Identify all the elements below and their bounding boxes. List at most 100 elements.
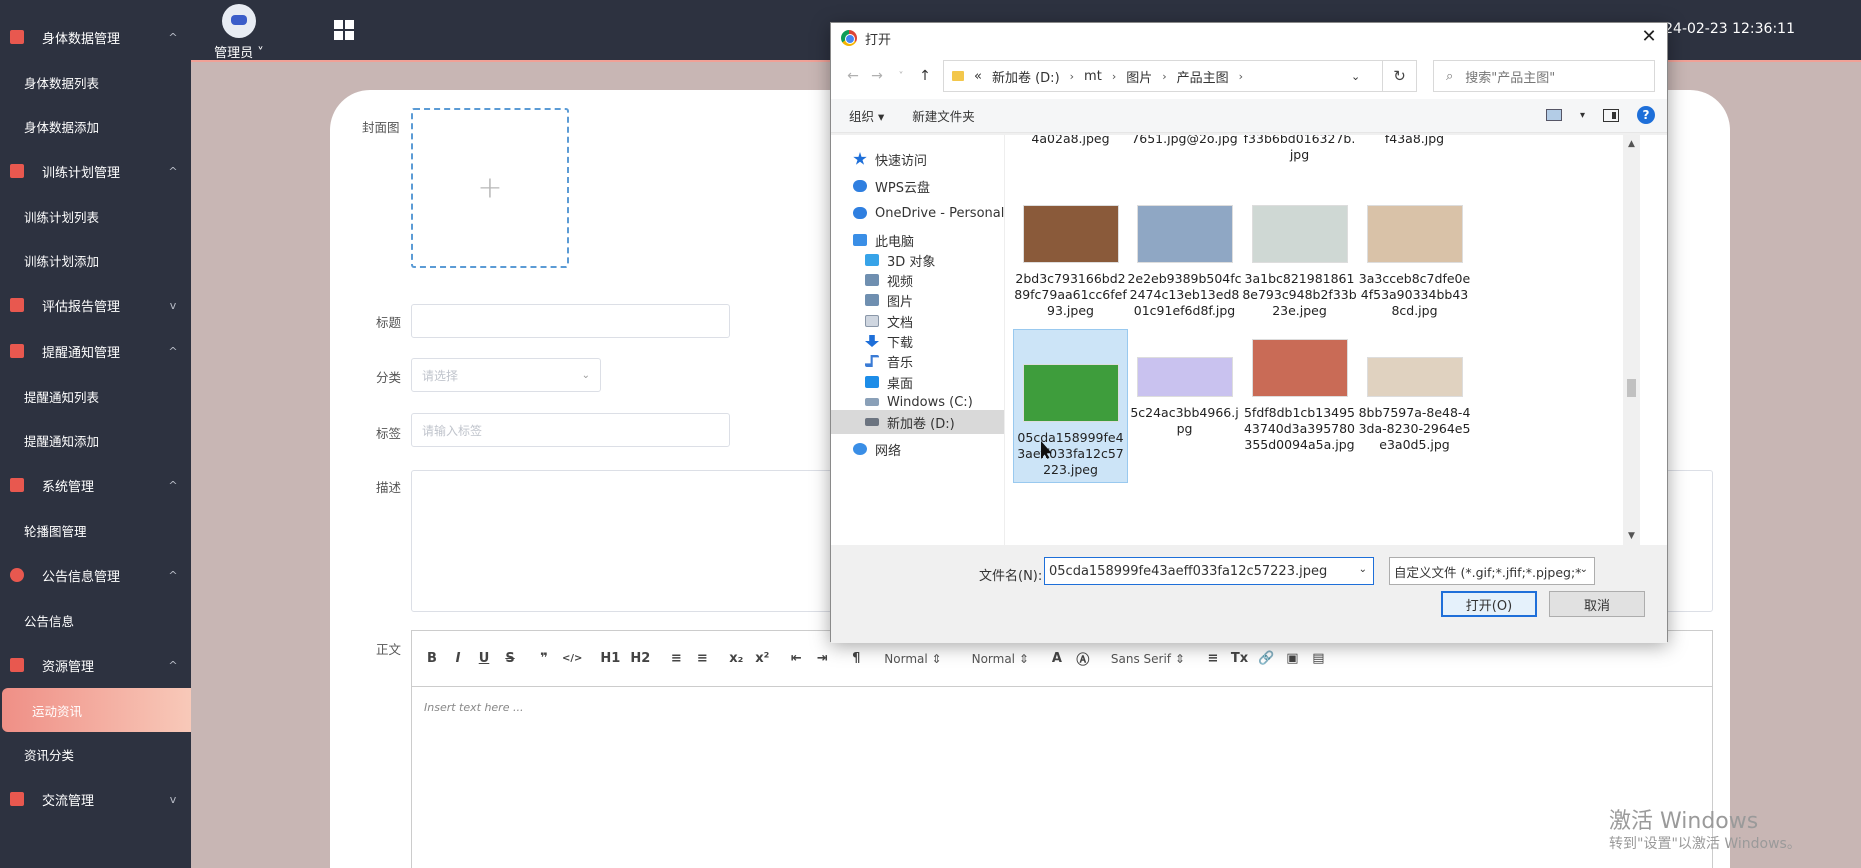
user-label[interactable]: 管理员 ˅ xyxy=(214,46,264,61)
header-select[interactable]: Normal ⇕ xyxy=(972,652,1029,666)
sidebar-group[interactable]: 评估报告管理 v xyxy=(0,282,191,328)
help-icon[interactable]: ? xyxy=(1637,106,1655,124)
sidebar-item[interactable]: 训练计划列表 xyxy=(0,194,191,238)
h2-button[interactable]: H2 xyxy=(630,651,650,666)
link-button[interactable]: 🔗 xyxy=(1258,651,1274,666)
category-select[interactable]: 请选择 ⌄ xyxy=(411,358,601,392)
chevron-down-icon[interactable]: ⌄ xyxy=(1359,564,1367,575)
forward-icon[interactable]: → xyxy=(865,68,889,84)
file-thumbnail xyxy=(1366,205,1463,263)
filename-input[interactable]: 05cda158999fe43aeff033fa12c57223.jpeg ⌄ xyxy=(1044,557,1374,585)
sidebar-group[interactable]: 训练计划管理 ^ xyxy=(0,148,191,194)
user-menu[interactable]: 管理员 ˅ xyxy=(209,4,269,61)
cover-upload[interactable]: + xyxy=(411,108,569,268)
bullet-list-button[interactable]: ≡ xyxy=(694,651,710,666)
underline-button[interactable]: U xyxy=(476,651,492,666)
sidebar-item[interactable]: 训练计划添加 xyxy=(0,238,191,282)
video-button[interactable]: ▤ xyxy=(1310,651,1326,666)
sidebar-item[interactable]: 身体数据列表 xyxy=(0,60,191,104)
search-input[interactable]: ⌕ 搜索"产品主图" xyxy=(1433,60,1655,92)
file-item[interactable]: 7651.jpg@2o.jpg xyxy=(1127,135,1242,147)
file-item[interactable]: 2e2eb9389b504fc2474c13eb13ed801c91ef6d8f… xyxy=(1127,195,1242,319)
vertical-scrollbar[interactable]: ▲ ▼ xyxy=(1623,135,1640,545)
outdent-button[interactable]: ⇤ xyxy=(788,651,804,666)
sidebar-group[interactable]: 公告信息管理 ^ xyxy=(0,552,191,598)
scroll-up-icon[interactable]: ▲ xyxy=(1623,139,1640,149)
title-input[interactable] xyxy=(411,304,730,338)
sidebar-item[interactable]: 提醒通知列表 xyxy=(0,374,191,418)
tags-input[interactable]: 请输入标签 xyxy=(411,413,730,447)
back-icon[interactable]: ← xyxy=(841,68,865,84)
rich-text-editor[interactable]: B I U S ❞ </> H1 H2 ≡ ≡ x₂ x² ⇤ ⇥ ¶ Norm… xyxy=(411,630,1713,868)
scroll-thumb[interactable] xyxy=(1627,379,1636,397)
file-item[interactable]: f33b6bd016327b.jpg xyxy=(1242,135,1357,163)
preview-pane-icon[interactable] xyxy=(1603,108,1619,122)
file-item[interactable]: 5c24ac3bb4966.jpg xyxy=(1127,329,1242,437)
sidebar-item[interactable]: 资讯分类 xyxy=(0,732,191,776)
nav-item[interactable]: OneDrive - Personal xyxy=(831,201,1004,225)
blockquote-button[interactable]: ❞ xyxy=(536,651,552,666)
address-chevron-icon[interactable]: ⌄ xyxy=(1351,70,1360,83)
bar-chart-icon xyxy=(10,478,24,492)
sidebar-item[interactable]: 身体数据添加 xyxy=(0,104,191,148)
superscript-button[interactable]: x² xyxy=(754,651,770,666)
h1-button[interactable]: H1 xyxy=(600,651,620,666)
file-item[interactable]: 4a02a8.jpeg xyxy=(1013,135,1128,147)
refresh-button[interactable]: ↻ xyxy=(1383,60,1417,92)
file-item[interactable]: 5fdf8db1cb1349543740d3a395780355d0094a5a… xyxy=(1242,329,1357,453)
breadcrumb-item[interactable]: 产品主图 xyxy=(1177,67,1229,86)
up-icon[interactable]: ↑ xyxy=(913,68,937,84)
sidebar-item[interactable]: 公告信息 xyxy=(0,598,191,642)
nav-item[interactable]: 网络 xyxy=(831,437,1004,461)
file-item[interactable]: 05cda158999fe43aeff033fa12c57223.jpeg xyxy=(1013,329,1128,483)
font-select[interactable]: Sans Serif ⇕ xyxy=(1111,652,1185,666)
code-button[interactable]: </> xyxy=(562,653,582,664)
close-icon[interactable]: ✕ xyxy=(1639,26,1659,47)
view-options-icon[interactable] xyxy=(1545,109,1562,121)
organize-button[interactable]: 组织 ▾ xyxy=(849,106,884,125)
nav-item[interactable]: WPS云盘 xyxy=(831,174,1004,198)
bold-button[interactable]: B xyxy=(424,651,440,666)
avatar[interactable] xyxy=(222,4,256,38)
breadcrumb-overflow[interactable]: « xyxy=(974,69,982,84)
breadcrumb-item[interactable]: 新加卷 (D:) xyxy=(992,67,1060,86)
breadcrumb[interactable]: « 新加卷 (D:) › mt › 图片 › 产品主图 › ⌄ xyxy=(943,60,1383,92)
image-button[interactable]: ▣ xyxy=(1284,651,1300,666)
file-item[interactable]: 3a3cceb8c7dfe0e4f53a90334bb438cd.jpg xyxy=(1357,195,1472,319)
indent-button[interactable]: ⇥ xyxy=(814,651,830,666)
file-item[interactable]: 3a1bc8219818618e793c948b2f33b23e.jpeg xyxy=(1242,195,1357,319)
file-item[interactable]: f43a8.jpg xyxy=(1357,135,1472,147)
sidebar-group[interactable]: 提醒通知管理 ^ xyxy=(0,328,191,374)
sidebar-group[interactable]: 交流管理 v xyxy=(0,776,191,822)
apps-grid-icon[interactable] xyxy=(334,20,354,40)
breadcrumb-item[interactable]: 图片 xyxy=(1126,67,1152,86)
file-item[interactable]: 2bd3c793166bd289fc79aa61cc6fef93.jpeg xyxy=(1013,195,1128,319)
scroll-down-icon[interactable]: ▼ xyxy=(1623,531,1640,541)
sidebar-group[interactable]: 资源管理 ^ xyxy=(0,642,191,688)
sidebar-item[interactable]: 提醒通知添加 xyxy=(0,418,191,462)
cancel-button[interactable]: 取消 xyxy=(1549,591,1645,617)
sidebar-group[interactable]: 身体数据管理 ^ xyxy=(0,14,191,60)
italic-button[interactable]: I xyxy=(450,651,466,666)
view-chevron-icon[interactable]: ▾ xyxy=(1580,110,1585,121)
align-button[interactable]: ≡ xyxy=(1205,651,1221,666)
ordered-list-button[interactable]: ≡ xyxy=(668,651,684,666)
new-folder-button[interactable]: 新建文件夹 xyxy=(912,106,975,125)
file-item[interactable]: 8bb7597a-8e48-43da-8230-2964e5e3a0d5.jpg xyxy=(1357,329,1472,453)
background-color-icon[interactable]: Ⓐ xyxy=(1075,649,1091,668)
sidebar-group[interactable]: 系统管理 ^ xyxy=(0,462,191,508)
nav-item[interactable]: 快速访问 xyxy=(831,147,1004,171)
sidebar-item[interactable]: 轮播图管理 xyxy=(0,508,191,552)
direction-button[interactable]: ¶ xyxy=(848,651,864,666)
sidebar-item[interactable]: 运动资讯 xyxy=(2,688,191,732)
size-select[interactable]: Normal ⇕ xyxy=(884,652,941,666)
subscript-button[interactable]: x₂ xyxy=(728,651,744,666)
strike-button[interactable]: S xyxy=(502,651,518,666)
filetype-select[interactable]: 自定义文件 (*.gif;*.jfif;*.pjpeg;* ⌄ xyxy=(1389,557,1595,585)
nav-item[interactable]: 新加卷 (D:) xyxy=(831,410,1004,434)
open-button[interactable]: 打开(O) xyxy=(1441,591,1537,617)
recent-chevron-icon[interactable]: ˅ xyxy=(889,71,913,82)
breadcrumb-item[interactable]: mt xyxy=(1084,69,1102,84)
text-color-icon[interactable]: A xyxy=(1049,651,1065,666)
clear-format-button[interactable]: Tx xyxy=(1231,651,1248,666)
